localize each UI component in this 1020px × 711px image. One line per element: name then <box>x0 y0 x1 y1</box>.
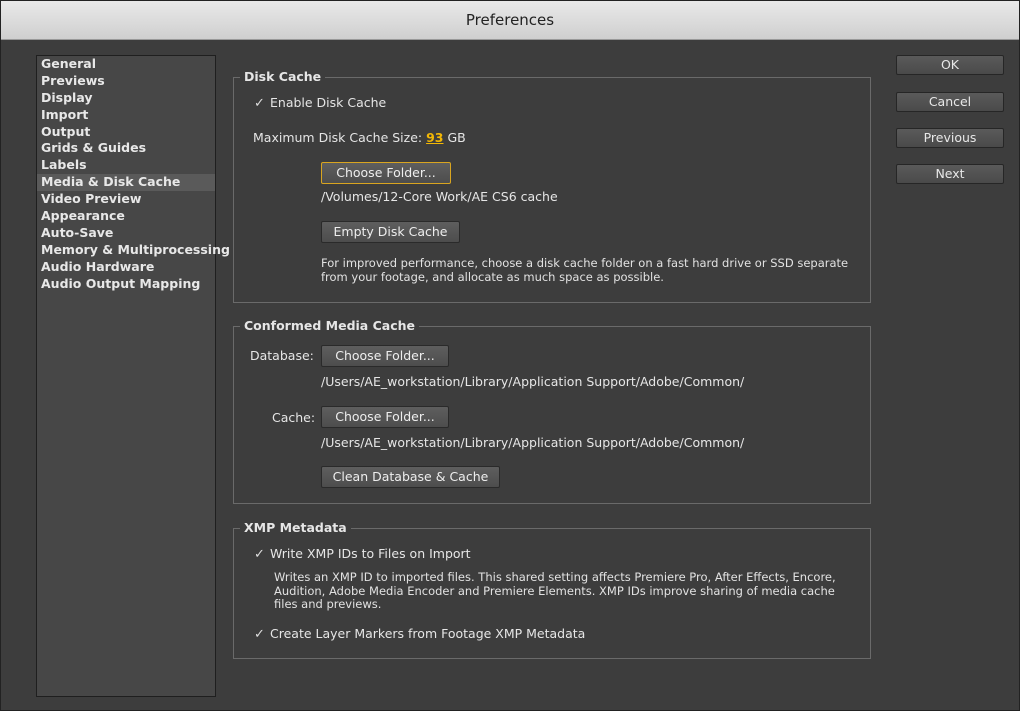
checkmark-icon: ✓ <box>254 627 265 642</box>
database-path: /Users/AE_workstation/Library/Applicatio… <box>321 374 745 389</box>
max-cache-size-value[interactable]: 93 <box>426 130 443 145</box>
cache-label: Cache: <box>272 410 316 425</box>
sidebar-item-media-disk-cache[interactable]: Media & Disk Cache <box>37 174 215 192</box>
sidebar-item-labels[interactable]: Labels <box>37 157 215 174</box>
conformed-media-cache-legend: Conformed Media Cache <box>240 318 419 333</box>
max-cache-size-unit: GB <box>447 130 466 145</box>
disk-cache-panel: Disk Cache ✓ Enable Disk Cache Maximum Di… <box>233 69 871 303</box>
max-cache-size-label: Maximum Disk Cache Size: <box>253 130 423 145</box>
checkmark-icon: ✓ <box>254 547 265 562</box>
window-title: Preferences <box>1 1 1019 40</box>
disk-cache-choose-folder-button[interactable]: Choose Folder... <box>321 162 451 184</box>
category-list[interactable]: General Previews Display Import Output Grids … <box>36 55 230 697</box>
empty-disk-cache-button[interactable]: Empty Disk Cache <box>321 221 460 243</box>
database-choose-folder-button[interactable]: Choose Folder... <box>321 345 449 367</box>
sidebar-item-auto-save[interactable]: Auto-Save <box>37 225 215 242</box>
sidebar-item-memory-multiprocessing[interactable]: Memory & Multiprocessing <box>37 242 230 259</box>
max-disk-cache-row: Maximum Disk Cache Size: 93 GB <box>253 130 466 145</box>
sidebar-item-general[interactable]: General <box>37 56 215 73</box>
clean-database-cache-button[interactable]: Clean Database & Cache <box>321 466 500 488</box>
disk-cache-legend: Disk Cache <box>240 69 326 84</box>
sidebar-item-display[interactable]: Display <box>37 90 215 107</box>
conformed-media-cache-panel: Conformed Media Cache Database: Choose F… <box>233 318 871 504</box>
disk-cache-folder-path: /Volumes/12-Core Work/AE CS6 cache <box>321 189 558 204</box>
database-label: Database: <box>250 348 314 363</box>
sidebar-item-grids-guides[interactable]: Grids & Guides <box>37 140 215 157</box>
xmp-metadata-panel: XMP Metadata ✓ Write XMP IDs to Files on … <box>233 520 871 659</box>
sidebar-item-previews[interactable]: Previews <box>37 73 215 90</box>
enable-disk-cache-label: Enable Disk Cache <box>270 95 387 110</box>
preferences-window: Preferences General Previews Display Import… <box>0 0 1020 711</box>
ok-button[interactable]: OK <box>896 55 1004 75</box>
next-button[interactable]: Next <box>896 164 1004 184</box>
sidebar-item-output[interactable]: Output <box>37 124 215 141</box>
write-xmp-ids-description: Writes an XMP ID to imported files. This… <box>274 570 836 611</box>
write-xmp-ids-checkbox[interactable]: ✓ Write XMP IDs to Files on Import <box>254 546 471 562</box>
write-xmp-ids-label: Write XMP IDs to Files on Import <box>270 546 471 561</box>
sidebar-item-appearance[interactable]: Appearance <box>37 208 215 225</box>
xmp-metadata-legend: XMP Metadata <box>240 520 351 535</box>
enable-disk-cache-checkbox[interactable]: ✓ Enable Disk Cache <box>254 95 386 111</box>
cancel-button[interactable]: Cancel <box>896 92 1004 112</box>
sidebar-item-audio-hardware[interactable]: Audio Hardware <box>37 259 215 276</box>
sidebar-item-audio-output-mapping[interactable]: Audio Output Mapping <box>37 276 215 293</box>
cache-path: /Users/AE_workstation/Library/Applicatio… <box>321 435 745 450</box>
checkmark-icon: ✓ <box>254 96 265 111</box>
cache-choose-folder-button[interactable]: Choose Folder... <box>321 406 449 428</box>
create-layer-markers-label: Create Layer Markers from Footage XMP Me… <box>270 626 586 641</box>
disk-cache-note: For improved performance, choose a disk … <box>321 256 849 284</box>
previous-button[interactable]: Previous <box>896 128 1004 148</box>
create-layer-markers-checkbox[interactable]: ✓ Create Layer Markers from Footage XMP M… <box>254 626 585 642</box>
sidebar-item-import[interactable]: Import <box>37 107 215 124</box>
sidebar-item-video-preview[interactable]: Video Preview <box>37 191 215 208</box>
